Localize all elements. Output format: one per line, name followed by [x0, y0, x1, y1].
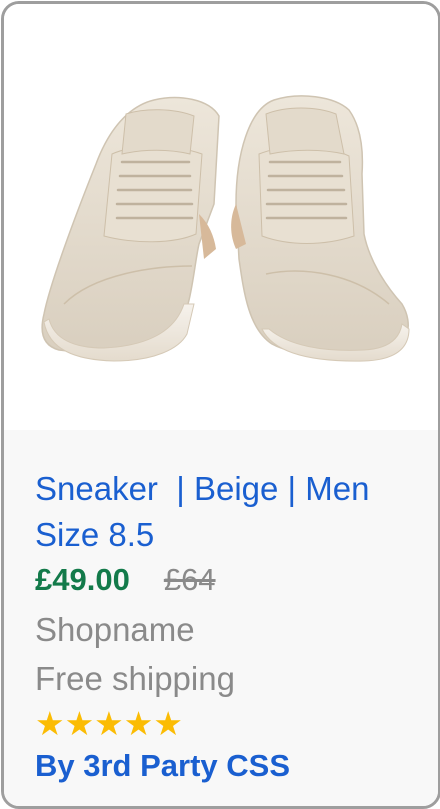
price-row: £49.00 £64 [35, 562, 216, 606]
current-price: £49.00 [35, 562, 130, 597]
product-image[interactable] [4, 4, 438, 430]
sneaker-pair-image [41, 95, 410, 362]
star-rating: ★★★★★ [35, 705, 183, 742]
right-shoe [231, 95, 410, 362]
product-card[interactable]: Sneaker | Beige | Men Size 8.5 £49.00 £6… [1, 1, 440, 809]
seller-label: By 3rd Party CSS [35, 748, 290, 783]
product-title-link[interactable]: Sneaker | Beige | Men Size 8.5 [35, 466, 425, 558]
shipping-info: Free shipping [35, 660, 235, 697]
original-price: £64 [163, 562, 216, 597]
shop-name: Shopname [35, 611, 195, 648]
left-shoe [41, 96, 220, 362]
product-info: Sneaker | Beige | Men Size 8.5 £49.00 £6… [4, 430, 438, 806]
